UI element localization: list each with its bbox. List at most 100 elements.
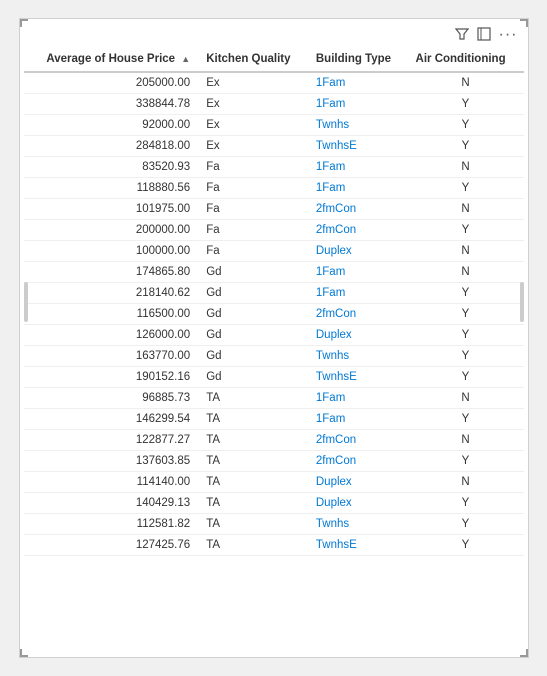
cell-avg-price: 338844.78 xyxy=(24,94,199,115)
table-row: 83520.93Fa1FamN xyxy=(24,157,524,178)
cell-kitchen-quality: Fa xyxy=(198,220,308,241)
cell-kitchen-quality: Gd xyxy=(198,346,308,367)
cell-avg-price: 137603.85 xyxy=(24,451,199,472)
cell-kitchen-quality: Fa xyxy=(198,178,308,199)
cell-kitchen-quality: TA xyxy=(198,514,308,535)
cell-avg-price: 118880.56 xyxy=(24,178,199,199)
cell-building-type: Duplex xyxy=(308,325,408,346)
more-options-icon[interactable]: ··· xyxy=(499,26,518,44)
cell-building-type: TwnhsE xyxy=(308,367,408,388)
cell-kitchen-quality: Ex xyxy=(198,115,308,136)
cell-kitchen-quality: TA xyxy=(198,493,308,514)
table-row: 112581.82TATwnhsY xyxy=(24,514,524,535)
cell-air-conditioning: Y xyxy=(408,493,524,514)
table-row: 205000.00Ex1FamN xyxy=(24,72,524,94)
cell-air-conditioning: Y xyxy=(408,451,524,472)
cell-air-conditioning: N xyxy=(408,199,524,220)
cell-building-type: Duplex xyxy=(308,493,408,514)
cell-air-conditioning: N xyxy=(408,262,524,283)
cell-building-type: 1Fam xyxy=(308,72,408,94)
cell-building-type: 1Fam xyxy=(308,94,408,115)
cell-building-type: 1Fam xyxy=(308,262,408,283)
cell-building-type: 1Fam xyxy=(308,388,408,409)
cell-kitchen-quality: TA xyxy=(198,472,308,493)
table-row: 92000.00ExTwnhsY xyxy=(24,115,524,136)
cell-avg-price: 114140.00 xyxy=(24,472,199,493)
cell-building-type: TwnhsE xyxy=(308,136,408,157)
cell-air-conditioning: Y xyxy=(408,409,524,430)
table-row: 140429.13TADuplexY xyxy=(24,493,524,514)
cell-air-conditioning: Y xyxy=(408,535,524,556)
cell-kitchen-quality: Fa xyxy=(198,241,308,262)
cell-building-type: 2fmCon xyxy=(308,451,408,472)
table-row: 137603.85TA2fmConY xyxy=(24,451,524,472)
main-container: ··· Average of House Price ▲ Kitchen Qua… xyxy=(19,18,529,658)
col-air-conditioning: Air Conditioning xyxy=(408,47,524,72)
sort-icon-avg: ▲ xyxy=(181,54,190,64)
table-row: 118880.56Fa1FamY xyxy=(24,178,524,199)
cell-avg-price: 205000.00 xyxy=(24,72,199,94)
cell-building-type: 2fmCon xyxy=(308,199,408,220)
cell-avg-price: 112581.82 xyxy=(24,514,199,535)
table-row: 100000.00FaDuplexN xyxy=(24,241,524,262)
cell-kitchen-quality: Gd xyxy=(198,367,308,388)
table-row: 101975.00Fa2fmConN xyxy=(24,199,524,220)
cell-building-type: Duplex xyxy=(308,472,408,493)
cell-kitchen-quality: Gd xyxy=(198,262,308,283)
table-row: 116500.00Gd2fmConY xyxy=(24,304,524,325)
cell-avg-price: 92000.00 xyxy=(24,115,199,136)
cell-air-conditioning: Y xyxy=(408,304,524,325)
cell-building-type: Duplex xyxy=(308,241,408,262)
cell-air-conditioning: N xyxy=(408,72,524,94)
cell-building-type: 2fmCon xyxy=(308,430,408,451)
cell-avg-price: 218140.62 xyxy=(24,283,199,304)
cell-kitchen-quality: Gd xyxy=(198,283,308,304)
cell-building-type: Twnhs xyxy=(308,346,408,367)
scroll-left-indicator xyxy=(24,282,28,322)
cell-kitchen-quality: TA xyxy=(198,451,308,472)
table-wrapper: Average of House Price ▲ Kitchen Quality… xyxy=(24,47,524,649)
cell-building-type: 1Fam xyxy=(308,178,408,199)
table-header-row: Average of House Price ▲ Kitchen Quality… xyxy=(24,47,524,72)
expand-icon[interactable] xyxy=(477,27,491,44)
filter-icon[interactable] xyxy=(455,27,469,44)
cell-avg-price: 122877.27 xyxy=(24,430,199,451)
cell-air-conditioning: N xyxy=(408,157,524,178)
table-row: 284818.00ExTwnhsEY xyxy=(24,136,524,157)
cell-avg-price: 116500.00 xyxy=(24,304,199,325)
toolbar: ··· xyxy=(24,23,524,47)
cell-air-conditioning: Y xyxy=(408,367,524,388)
table-row: 200000.00Fa2fmConY xyxy=(24,220,524,241)
cell-building-type: 1Fam xyxy=(308,157,408,178)
cell-avg-price: 83520.93 xyxy=(24,157,199,178)
cell-kitchen-quality: Ex xyxy=(198,136,308,157)
cell-air-conditioning: Y xyxy=(408,94,524,115)
cell-kitchen-quality: Gd xyxy=(198,325,308,346)
col-kitchen-quality: Kitchen Quality xyxy=(198,47,308,72)
data-table: Average of House Price ▲ Kitchen Quality… xyxy=(24,47,524,556)
cell-air-conditioning: Y xyxy=(408,283,524,304)
cell-air-conditioning: Y xyxy=(408,136,524,157)
cell-kitchen-quality: Fa xyxy=(198,199,308,220)
cell-avg-price: 101975.00 xyxy=(24,199,199,220)
cell-kitchen-quality: TA xyxy=(198,430,308,451)
cell-kitchen-quality: Gd xyxy=(198,304,308,325)
cell-air-conditioning: Y xyxy=(408,325,524,346)
table-row: 126000.00GdDuplexY xyxy=(24,325,524,346)
table-row: 218140.62Gd1FamY xyxy=(24,283,524,304)
cell-air-conditioning: Y xyxy=(408,220,524,241)
cell-air-conditioning: Y xyxy=(408,514,524,535)
cell-avg-price: 96885.73 xyxy=(24,388,199,409)
cell-air-conditioning: Y xyxy=(408,115,524,136)
cell-kitchen-quality: TA xyxy=(198,409,308,430)
cell-avg-price: 146299.54 xyxy=(24,409,199,430)
cell-avg-price: 126000.00 xyxy=(24,325,199,346)
cell-air-conditioning: N xyxy=(408,388,524,409)
cell-air-conditioning: N xyxy=(408,472,524,493)
table-row: 174865.80Gd1FamN xyxy=(24,262,524,283)
cell-avg-price: 190152.16 xyxy=(24,367,199,388)
table-row: 146299.54TA1FamY xyxy=(24,409,524,430)
cell-building-type: Twnhs xyxy=(308,514,408,535)
table-row: 338844.78Ex1FamY xyxy=(24,94,524,115)
cell-kitchen-quality: TA xyxy=(198,388,308,409)
